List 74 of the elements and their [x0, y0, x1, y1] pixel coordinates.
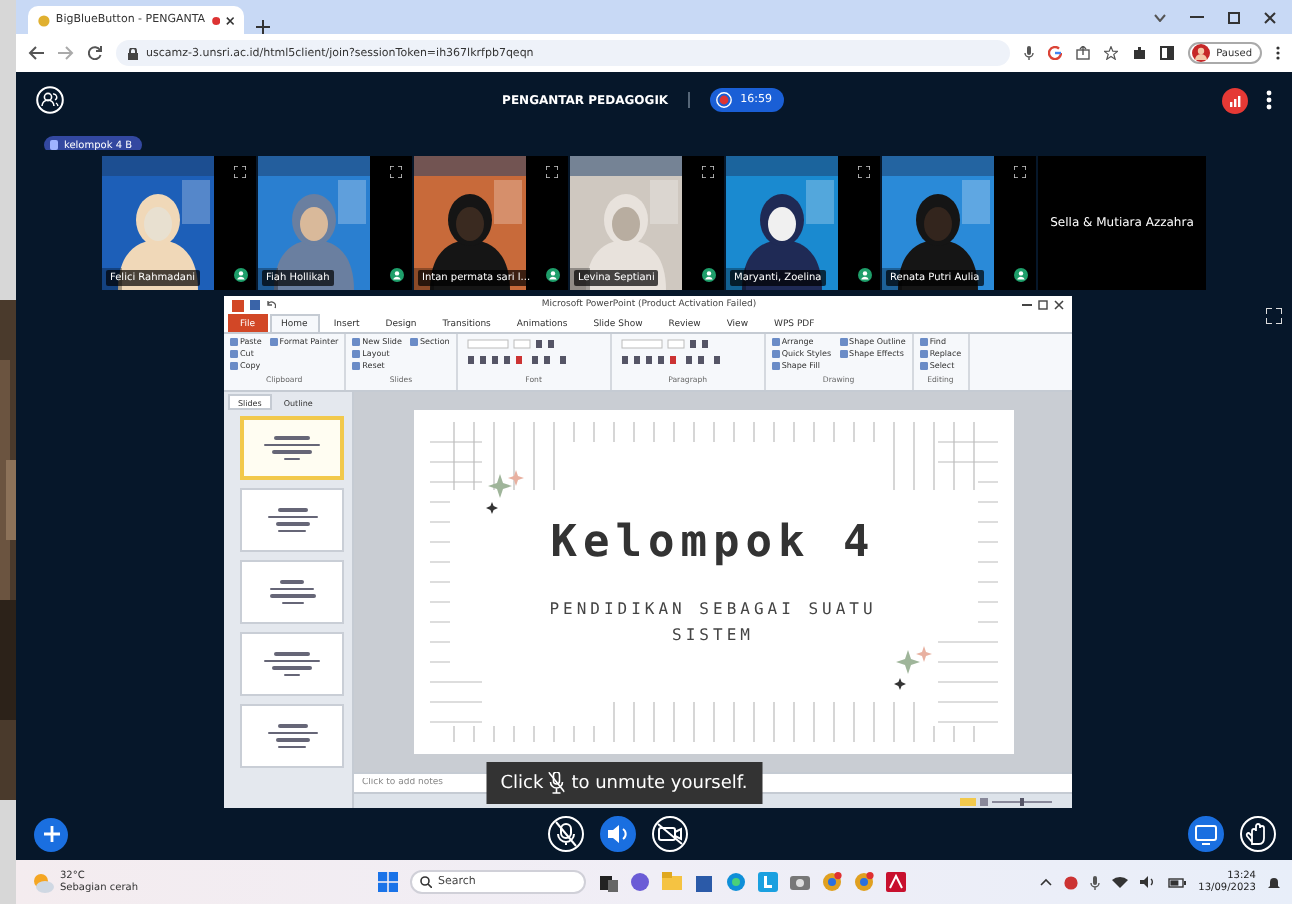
extensions-icon[interactable] [1132, 46, 1147, 60]
chevron-up-icon[interactable] [1040, 878, 1053, 886]
slide-thumbnail[interactable] [240, 632, 344, 696]
back-icon[interactable] [28, 46, 44, 60]
users-icon[interactable] [36, 86, 64, 114]
user-status-icon [702, 268, 716, 282]
minimize-icon[interactable] [1190, 15, 1204, 19]
fullscreen-icon[interactable] [1014, 166, 1026, 178]
recording-icon [211, 15, 220, 25]
pdf-icon[interactable] [886, 872, 906, 892]
user-status-icon [546, 268, 560, 282]
battery-icon[interactable] [1168, 877, 1187, 887]
tool-icon [409, 338, 418, 346]
fullscreen-icon[interactable] [702, 166, 714, 178]
maximize-icon[interactable] [1038, 300, 1048, 310]
undo-icon[interactable] [266, 300, 276, 310]
close-icon[interactable] [1054, 300, 1064, 310]
record-icon [716, 92, 733, 108]
reload-icon[interactable] [88, 46, 102, 60]
microphone-button[interactable] [548, 816, 584, 852]
wifi-icon[interactable] [1112, 876, 1129, 888]
weather-icon [32, 871, 54, 893]
dropdown-icon[interactable] [1154, 13, 1166, 21]
new-tab-icon[interactable] [256, 20, 270, 34]
user-status-icon [234, 268, 248, 282]
slide-title: Kelompok 4 [550, 517, 876, 567]
start-icon[interactable] [378, 872, 398, 892]
search-icon [420, 876, 432, 888]
fullscreen-icon[interactable] [858, 166, 870, 178]
star-icon[interactable] [1104, 46, 1119, 60]
camera-app-icon[interactable] [790, 872, 810, 892]
slide-thumbnail[interactable] [240, 416, 344, 480]
app-tile-icon[interactable] [758, 872, 778, 892]
task-view-icon[interactable] [598, 872, 618, 892]
raise-hand-button[interactable] [1240, 816, 1276, 852]
sparkle-icon [485, 470, 525, 514]
plus-icon [43, 826, 59, 842]
screenshare-button[interactable] [1188, 816, 1224, 852]
user-status-icon [858, 268, 872, 282]
microphone-icon[interactable] [1090, 875, 1101, 889]
sidebar-icon[interactable] [1160, 46, 1175, 60]
close-icon[interactable] [225, 15, 234, 25]
notification-icon[interactable] [1268, 875, 1280, 889]
fullscreen-icon[interactable] [1266, 308, 1282, 324]
audio-button[interactable] [600, 816, 636, 852]
avatar-icon [1192, 44, 1211, 62]
actions-button[interactable] [34, 817, 68, 851]
sparkle-icon [893, 646, 933, 690]
tool-icon [269, 338, 278, 346]
google-icon[interactable] [1048, 46, 1063, 60]
lock-icon [128, 47, 138, 59]
user-status-icon [390, 268, 404, 282]
tooltip-text: Click [500, 773, 544, 793]
camera-icon [654, 818, 686, 850]
tooltip-text: to unmute yourself. [571, 773, 748, 793]
maximize-icon[interactable] [1228, 11, 1240, 23]
close-icon[interactable] [1264, 11, 1276, 23]
microphone-icon [550, 818, 582, 850]
app-icon [232, 299, 244, 311]
more-icon[interactable] [1266, 90, 1272, 110]
share-icon[interactable] [1076, 46, 1091, 60]
slide-thumbnail[interactable] [240, 488, 344, 552]
connection-icon[interactable] [1222, 87, 1248, 113]
volume-icon[interactable] [1140, 876, 1157, 888]
muted-microphone-icon [549, 772, 566, 794]
camera-button[interactable] [652, 816, 688, 852]
fullscreen-icon[interactable] [546, 166, 558, 178]
fullscreen-icon[interactable] [390, 166, 402, 178]
fullscreen-icon[interactable] [234, 166, 246, 178]
microphone-icon[interactable] [1024, 46, 1035, 60]
slide-thumbnail[interactable] [240, 560, 344, 624]
slide-thumbnail[interactable] [240, 704, 344, 768]
user-status-icon [1014, 268, 1028, 282]
slide-subtitle: PENDIDIKAN SEBAGAI SUATU SISTEM [547, 597, 879, 647]
